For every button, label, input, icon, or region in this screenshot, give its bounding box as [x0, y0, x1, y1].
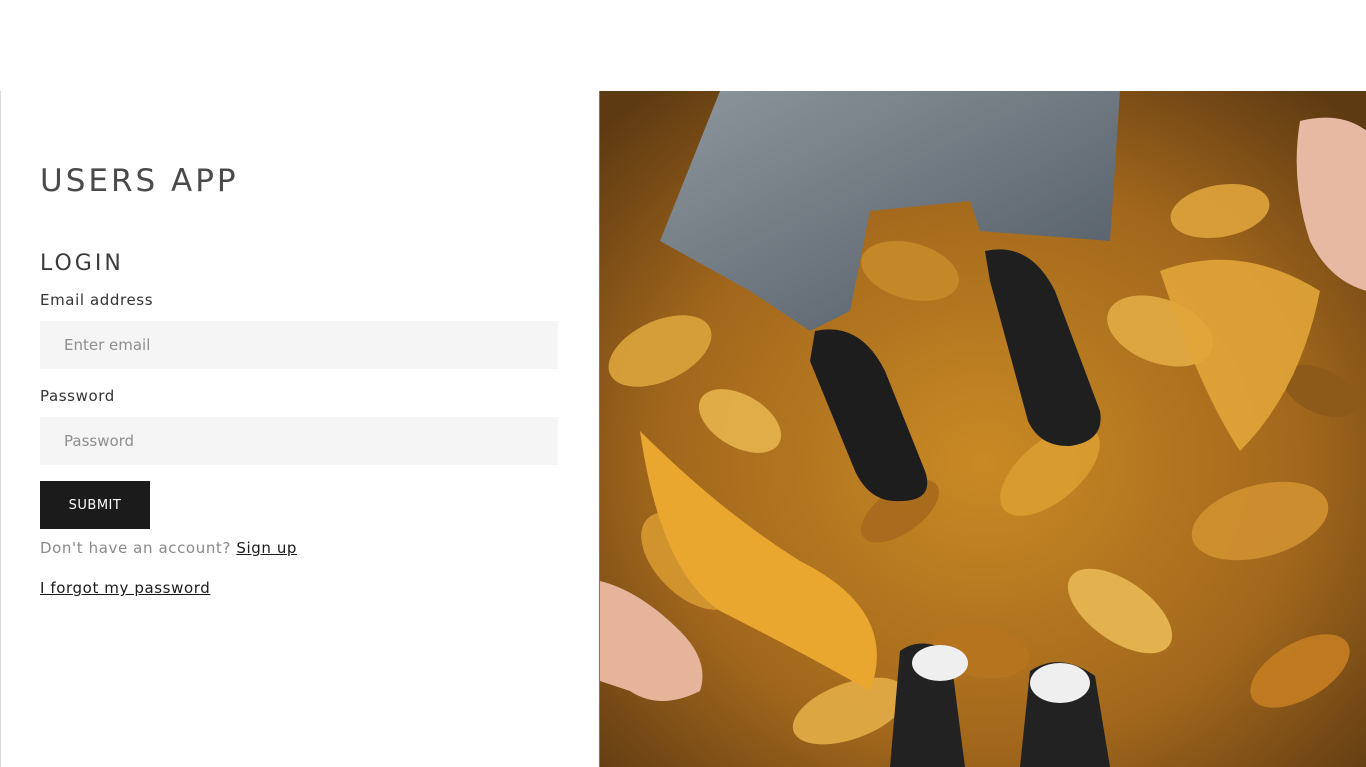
signup-prompt-text: Don't have an account?: [40, 539, 231, 557]
autumn-leaves-photo: [600, 91, 1366, 767]
signup-link[interactable]: Sign up: [236, 539, 297, 557]
login-page: USERS APP LOGIN Email address Password S…: [0, 0, 1366, 767]
hero-image: [599, 91, 1366, 767]
signup-prompt-line: Don't have an account? Sign up: [40, 539, 297, 557]
password-field[interactable]: [40, 417, 558, 465]
forgot-password-link[interactable]: I forgot my password: [40, 579, 210, 597]
app-title: USERS APP: [40, 163, 239, 199]
email-label: Email address: [40, 291, 154, 309]
email-field[interactable]: [40, 321, 558, 369]
top-bar: [0, 0, 1366, 91]
password-label: Password: [40, 387, 115, 405]
submit-button[interactable]: SUBMIT: [40, 481, 150, 529]
login-heading: LOGIN: [40, 251, 124, 276]
